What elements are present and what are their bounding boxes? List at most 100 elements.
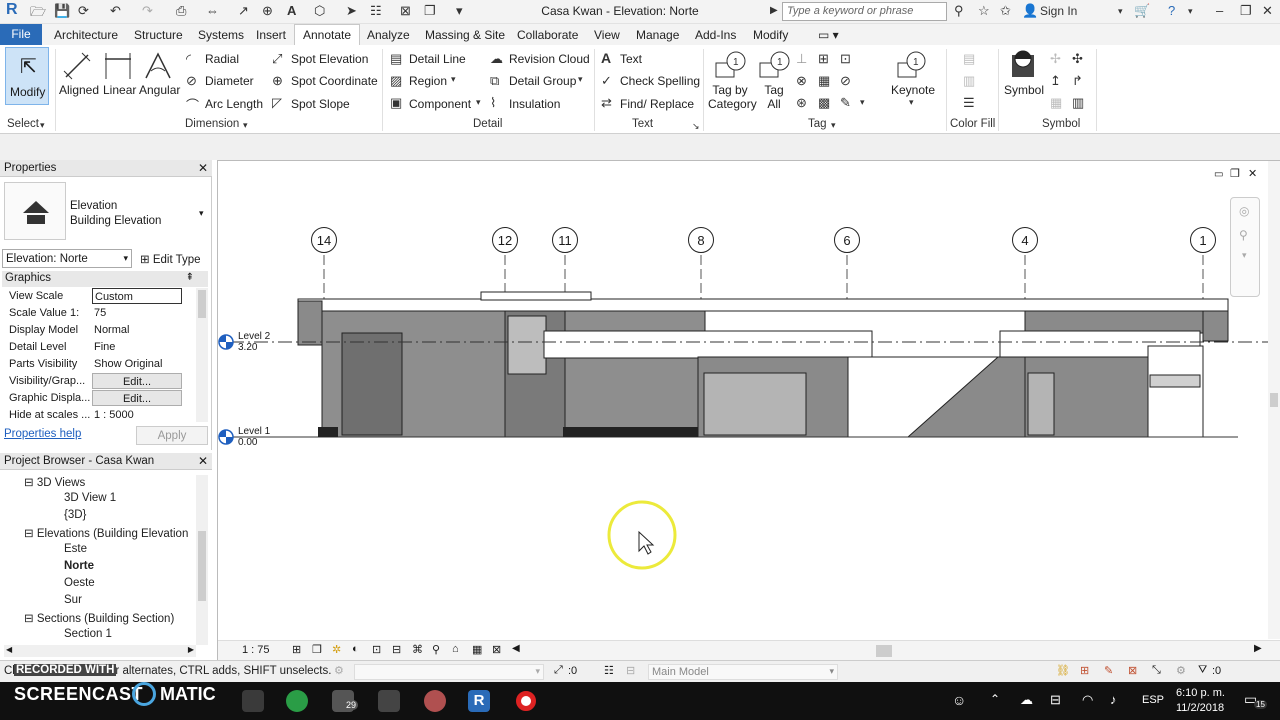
dimension-icon[interactable]: ↗ bbox=[238, 3, 249, 19]
stair-tread-icon[interactable]: ⊡ bbox=[840, 51, 851, 67]
text-icon[interactable]: A bbox=[287, 3, 296, 18]
view-minimize-icon[interactable]: ▭ bbox=[1214, 169, 1223, 180]
level-1-name[interactable]: Level 1 bbox=[238, 426, 270, 437]
room-tag-icon[interactable]: ⊗ bbox=[796, 73, 807, 89]
drag-elements-icon[interactable]: ⤡ bbox=[1152, 664, 1161, 677]
multi-rebar-icon[interactable]: ⊞ bbox=[818, 51, 829, 67]
scroll-thumb[interactable] bbox=[1270, 393, 1278, 407]
show-crop-icon[interactable]: ⊟ bbox=[392, 643, 401, 656]
tab-insert[interactable]: Insert bbox=[256, 28, 286, 42]
pipe-legend-icon[interactable]: ☰ bbox=[963, 95, 975, 111]
background-processes-icon[interactable]: ⚙ bbox=[1176, 664, 1186, 677]
grid-bubble[interactable]: 11 bbox=[552, 227, 578, 253]
view-scale-button[interactable]: 1 : 75 bbox=[242, 644, 270, 656]
revision-cloud-button[interactable]: Revision Cloud bbox=[509, 52, 590, 66]
detail-group-button[interactable]: Detail Group bbox=[509, 74, 576, 88]
tag-dropdown-icon[interactable]: ▾ bbox=[831, 120, 836, 131]
calculator-icon[interactable] bbox=[378, 690, 400, 712]
stair-path-icon[interactable]: ↥ bbox=[1050, 73, 1061, 89]
detail-level-icon[interactable]: ⊞ bbox=[292, 643, 301, 656]
design-options-icon[interactable]: ☷ bbox=[604, 664, 614, 677]
level-2-name[interactable]: Level 2 bbox=[238, 331, 270, 342]
symbol-button[interactable]: Symbol bbox=[1004, 83, 1044, 97]
select-underlay-icon[interactable]: ⊞ bbox=[1080, 664, 1089, 677]
tree-node[interactable]: ⊟ Elevations (Building Elevation bbox=[24, 526, 188, 540]
keynote-dropdown-icon[interactable]: ▾ bbox=[909, 97, 914, 108]
open-icon[interactable]: 🗁 bbox=[30, 3, 46, 25]
browser-hscrollbar[interactable]: ◀ ▶ bbox=[4, 645, 196, 657]
region-button[interactable]: Region bbox=[409, 74, 447, 88]
view-close-icon[interactable]: ✕ bbox=[1248, 167, 1257, 180]
workset-icon[interactable]: ⚙ bbox=[334, 664, 344, 677]
properties-help-link[interactable]: Properties help bbox=[4, 428, 81, 440]
revit-taskbar-icon[interactable]: R bbox=[468, 690, 490, 712]
grid-bubble[interactable]: 14 bbox=[311, 227, 337, 253]
section-icon[interactable]: ➤ bbox=[346, 3, 357, 19]
hscroll-thumb[interactable] bbox=[876, 645, 892, 657]
chrome-icon[interactable] bbox=[286, 690, 308, 712]
insulation-button[interactable]: Insulation bbox=[509, 97, 560, 111]
keynote-icon[interactable]: 1 bbox=[896, 49, 928, 79]
select-panel-label[interactable]: Select bbox=[7, 118, 39, 130]
shadows-icon[interactable]: ◐ bbox=[352, 643, 359, 655]
aligned-dimension-icon[interactable] bbox=[62, 51, 92, 81]
tree-leaf[interactable]: {3D} bbox=[64, 509, 86, 521]
tab-annotate[interactable]: Annotate bbox=[294, 24, 361, 45]
select-pinned-icon[interactable]: ✎ bbox=[1104, 664, 1113, 677]
tag-icon[interactable]: ⊕ bbox=[262, 3, 273, 19]
record-icon[interactable] bbox=[516, 691, 536, 711]
close-icon[interactable]: ✕ bbox=[198, 161, 208, 175]
grid-bubble[interactable]: 12 bbox=[492, 227, 518, 253]
tag-all-icon[interactable]: 1 bbox=[758, 49, 790, 79]
highlight-displacement-icon[interactable]: ▦ bbox=[472, 643, 482, 656]
check-spelling-button[interactable]: Check Spelling bbox=[620, 74, 700, 88]
user-icon[interactable]: 👤 bbox=[1022, 3, 1038, 19]
edit-type-button[interactable]: ⊞ Edit Type bbox=[138, 249, 208, 268]
clock-time[interactable]: 6:10 p. m. bbox=[1176, 687, 1225, 699]
view-restore-icon[interactable]: ❐ bbox=[1230, 167, 1240, 180]
space-tag-icon[interactable]: ⊘ bbox=[840, 73, 851, 89]
elevation-drawing[interactable] bbox=[218, 161, 1280, 661]
collapse-icon[interactable]: ⇞ bbox=[186, 272, 194, 283]
apply-button[interactable]: Apply bbox=[136, 426, 208, 445]
select-links-icon[interactable]: ⛓ bbox=[1056, 664, 1070, 677]
material-tag-icon[interactable]: ⊛ bbox=[796, 95, 807, 111]
tag-all-button[interactable]: Tag All bbox=[764, 83, 784, 111]
spot-slope-button[interactable]: Spot Slope bbox=[291, 97, 350, 111]
area-tag-icon[interactable]: ▦ bbox=[818, 73, 830, 89]
scroll-thumb[interactable] bbox=[198, 531, 206, 601]
tab-manage[interactable]: Manage bbox=[636, 28, 679, 42]
canvas-vscrollbar[interactable] bbox=[1268, 161, 1280, 639]
aligned-button[interactable]: Aligned bbox=[59, 83, 99, 97]
modify-button[interactable]: ⇱ Modify bbox=[5, 47, 49, 105]
cart-icon[interactable]: 🛒 bbox=[1134, 3, 1150, 19]
component-button[interactable]: Component bbox=[409, 97, 471, 111]
text-button[interactable]: Text bbox=[620, 52, 642, 66]
sun-path-icon[interactable]: ✲ bbox=[332, 643, 341, 656]
3d-view-icon[interactable]: ⬡ bbox=[314, 3, 325, 19]
print-icon[interactable]: ⎙ bbox=[176, 3, 186, 19]
tray-chevron-icon[interactable]: ⌃ bbox=[990, 692, 1000, 706]
tree-node[interactable]: ⊟ 3D Views bbox=[24, 475, 85, 489]
filter-icon[interactable]: ⛛ bbox=[1198, 664, 1207, 677]
sign-in-link[interactable]: Sign In bbox=[1040, 4, 1077, 18]
qat-dropdown-icon[interactable]: ▾ bbox=[456, 3, 463, 19]
subscription-icon[interactable]: ☆ bbox=[978, 3, 990, 19]
revit-logo-icon[interactable]: R bbox=[6, 1, 18, 19]
zoom-dropdown-icon[interactable]: ▾ bbox=[1242, 250, 1247, 261]
tab-file[interactable]: File bbox=[0, 24, 42, 45]
properties-scrollbar[interactable] bbox=[196, 288, 208, 422]
people-icon[interactable]: ☺ bbox=[952, 692, 966, 708]
tree-leaf-selected[interactable]: Norte bbox=[64, 560, 94, 572]
tab-view[interactable]: View bbox=[594, 28, 620, 42]
favorites-icon[interactable]: ✩ bbox=[1000, 3, 1011, 19]
display-model-field[interactable]: Normal bbox=[92, 322, 182, 338]
clock-date[interactable]: 11/2/2018 bbox=[1176, 702, 1224, 714]
select-by-face-icon[interactable]: ⊠ bbox=[1128, 664, 1137, 677]
grid-bubble[interactable]: 4 bbox=[1012, 227, 1038, 253]
cloud-icon[interactable]: ☁ bbox=[1020, 692, 1033, 708]
dimension-dropdown-icon[interactable]: ▾ bbox=[243, 120, 248, 131]
tree-leaf[interactable]: 3D View 1 bbox=[64, 492, 116, 504]
text-settings-launcher-icon[interactable]: ↘ bbox=[692, 121, 700, 132]
hide-at-scales-field[interactable]: 1 : 5000 bbox=[92, 407, 182, 423]
